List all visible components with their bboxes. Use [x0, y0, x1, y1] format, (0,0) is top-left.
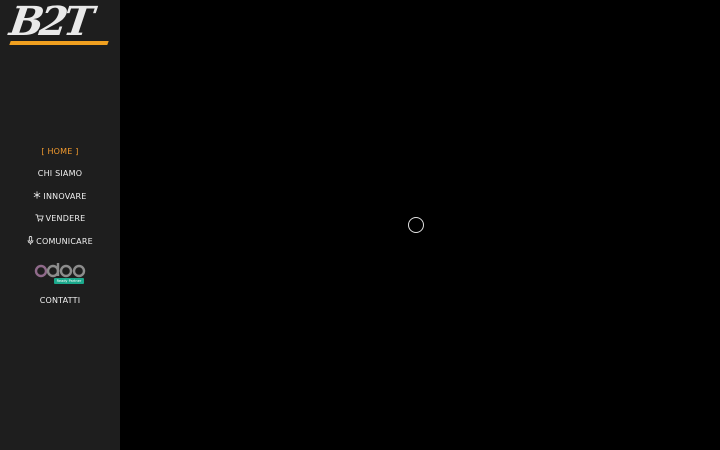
- main-content: [120, 0, 720, 450]
- nav-item-label: COMUNICARE: [36, 236, 93, 246]
- logo-text: B2T: [6, 0, 93, 45]
- brand-logo[interactable]: B2T: [7, 0, 112, 48]
- odoo-logo: [34, 262, 86, 277]
- odoo-partner-link[interactable]: Ready Partner: [0, 254, 120, 290]
- nav-item-comunicare[interactable]: COMUNICARE: [0, 230, 120, 253]
- nav-item-innovare[interactable]: INNOVARE: [0, 185, 120, 208]
- sidebar: B2T [ HOME ] CHI SIAMO INNOVARE VENDERE …: [0, 0, 120, 450]
- main-navigation: [ HOME ] CHI SIAMO INNOVARE VENDERE COMU…: [0, 140, 120, 312]
- nav-item-label: CONTATTI: [39, 296, 81, 306]
- nav-item-chi-siamo[interactable]: CHI SIAMO: [0, 163, 120, 186]
- nav-item-label: [ HOME ]: [41, 146, 79, 156]
- snowflake-icon: [33, 191, 41, 201]
- nav-item-home[interactable]: [ HOME ]: [0, 140, 120, 163]
- nav-item-vendere[interactable]: VENDERE: [0, 208, 120, 231]
- nav-item-contatti[interactable]: CONTATTI: [0, 290, 120, 313]
- nav-item-label: INNOVARE: [43, 191, 87, 201]
- partner-badge: Ready Partner: [53, 277, 85, 284]
- nav-item-label: VENDERE: [45, 214, 86, 224]
- loading-spinner-icon: [408, 217, 424, 233]
- nav-item-label: CHI SIAMO: [37, 169, 83, 179]
- microphone-icon: [27, 235, 34, 247]
- logo-underline: [9, 41, 109, 45]
- cart-icon: [35, 214, 44, 224]
